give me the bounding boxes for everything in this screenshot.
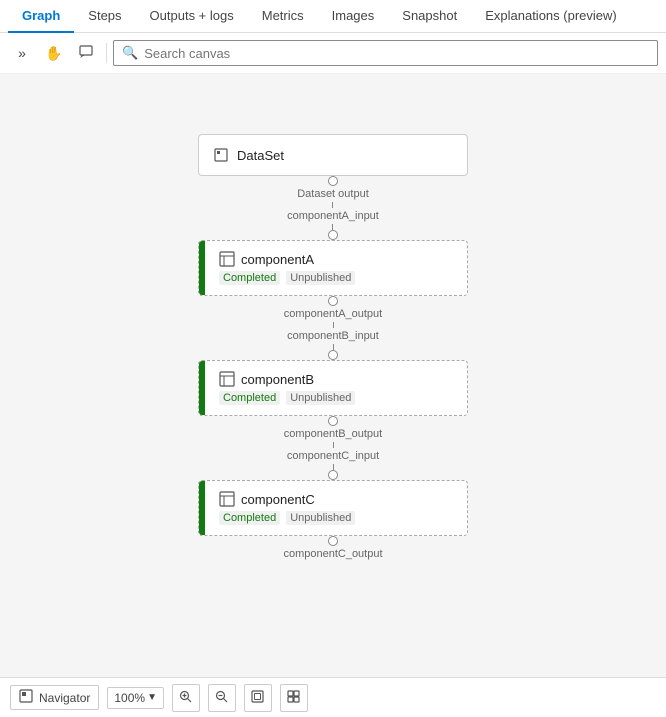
toolbar-divider [106, 43, 107, 63]
conn-label-in-1: componentA_input [287, 210, 379, 222]
conn-dot-in-3 [328, 470, 338, 480]
componentB-header: componentB [219, 371, 453, 387]
componentB-content: componentB Completed Unpublished [199, 361, 467, 415]
tab-images[interactable]: Images [318, 0, 389, 33]
componentA-badges: Completed Unpublished [219, 271, 453, 285]
tab-graph[interactable]: Graph [8, 0, 74, 33]
componentC-header: componentC [219, 491, 453, 507]
zoom-level[interactable]: 100% ▼ [107, 687, 164, 709]
conn-line-1a [333, 322, 334, 328]
componentC-icon [219, 491, 235, 507]
hand-tool-button[interactable]: ✋ [40, 39, 68, 67]
conn-dot-in-2 [328, 350, 338, 360]
conn-label-out-3: componentC_output [283, 548, 382, 560]
search-input[interactable] [144, 46, 649, 61]
connector-0: Dataset output componentA_input [287, 176, 379, 240]
zoom-in-button[interactable] [172, 684, 200, 712]
conn-line-0a [332, 202, 333, 208]
zoom-out-button[interactable] [208, 684, 236, 712]
conn-label-in-3: componentC_input [287, 450, 379, 462]
conn-label-out-0: Dataset output [297, 188, 369, 200]
componentB-box[interactable]: componentB Completed Unpublished [198, 360, 468, 416]
componentC-publish-badge: Unpublished [286, 511, 355, 525]
grid-icon [287, 690, 300, 706]
conn-dot-out-2 [328, 416, 338, 426]
componentA-publish-badge: Unpublished [286, 271, 355, 285]
zoom-out-icon [215, 690, 228, 706]
zoom-chevron-icon: ▼ [147, 692, 157, 703]
componentA-status-badge: Completed [219, 271, 280, 285]
search-box[interactable]: 🔍 [113, 40, 658, 66]
fit-page-icon [251, 690, 264, 706]
componentB-badges: Completed Unpublished [219, 391, 453, 405]
conn-label-in-2: componentB_input [287, 330, 379, 342]
componentB-status-badge: Completed [219, 391, 280, 405]
connector-3: componentC_output [283, 536, 382, 562]
tab-explanations[interactable]: Explanations (preview) [471, 0, 631, 33]
conn-dot-out-0 [328, 176, 338, 186]
hand-icon: ✋ [45, 45, 62, 62]
componentC-badges: Completed Unpublished [219, 511, 453, 525]
connector-2: componentB_output componentC_input [284, 416, 382, 480]
bottom-bar: Navigator 100% ▼ [0, 677, 666, 717]
node-componentA[interactable]: componentA Completed Unpublished [198, 240, 468, 296]
componentC-title: componentC [241, 492, 315, 507]
fit-page-button[interactable] [244, 684, 272, 712]
dataset-header: DataSet [213, 147, 453, 163]
dataset-icon [213, 147, 229, 163]
componentC-status-badge: Completed [219, 511, 280, 525]
dataset-box[interactable]: DataSet [198, 134, 468, 176]
node-componentB[interactable]: componentB Completed Unpublished [198, 360, 468, 416]
node-dataset[interactable]: DataSet [198, 134, 468, 176]
expand-icon: » [18, 45, 26, 61]
tab-snapshot[interactable]: Snapshot [388, 0, 471, 33]
tab-outputs-logs[interactable]: Outputs + logs [136, 0, 248, 33]
tab-bar: Graph Steps Outputs + logs Metrics Image… [0, 0, 666, 33]
zoom-value: 100% [114, 691, 145, 705]
navigator-button[interactable]: Navigator [10, 685, 99, 710]
comment-icon [79, 45, 93, 62]
componentC-box[interactable]: componentC Completed Unpublished [198, 480, 468, 536]
dataset-title: DataSet [237, 148, 284, 163]
tab-metrics[interactable]: Metrics [248, 0, 318, 33]
componentB-publish-badge: Unpublished [286, 391, 355, 405]
conn-label-out-2: componentB_output [284, 428, 382, 440]
conn-label-out-1: componentA_output [284, 308, 382, 320]
search-icon: 🔍 [122, 45, 138, 61]
navigator-icon [19, 689, 33, 706]
toolbar: » ✋ 🔍 [0, 33, 666, 74]
componentC-content: componentC Completed Unpublished [199, 481, 467, 535]
node-componentC[interactable]: componentC Completed Unpublished [198, 480, 468, 536]
componentC-status-bar [199, 481, 205, 535]
componentA-icon [219, 251, 235, 267]
zoom-in-icon [179, 690, 192, 706]
componentA-box[interactable]: componentA Completed Unpublished [198, 240, 468, 296]
componentA-title: componentA [241, 252, 314, 267]
conn-line-2a [333, 442, 334, 448]
connector-1: componentA_output componentB_input [284, 296, 382, 360]
canvas: DataSet Dataset output componentA_input [0, 74, 666, 677]
componentB-title: componentB [241, 372, 314, 387]
componentA-header: componentA [219, 251, 453, 267]
conn-dot-out-3 [328, 536, 338, 546]
grid-button[interactable] [280, 684, 308, 712]
componentA-status-bar [199, 241, 205, 295]
conn-dot-in-1 [328, 230, 338, 240]
componentA-content: componentA Completed Unpublished [199, 241, 467, 295]
pipeline-wrapper: DataSet Dataset output componentA_input [0, 74, 666, 677]
tab-steps[interactable]: Steps [74, 0, 135, 33]
comment-button[interactable] [72, 39, 100, 67]
conn-dot-out-1 [328, 296, 338, 306]
componentB-icon [219, 371, 235, 387]
navigator-label: Navigator [39, 691, 90, 705]
componentB-status-bar [199, 361, 205, 415]
expand-button[interactable]: » [8, 39, 36, 67]
